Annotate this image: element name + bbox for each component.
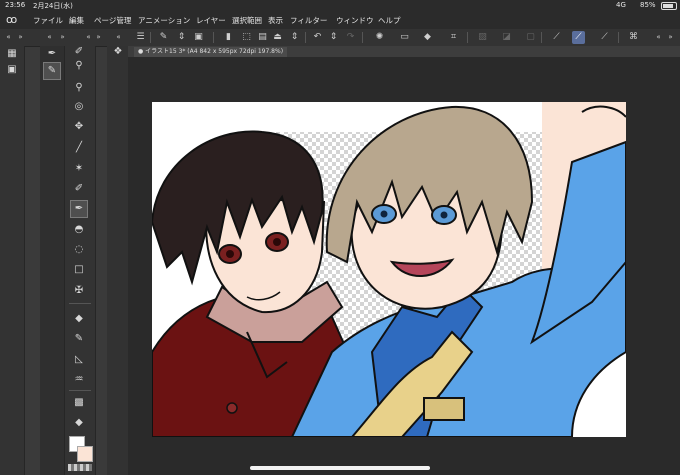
gallery-icon[interactable]: ▣: [192, 31, 205, 44]
zoom-tool[interactable]: ⚲: [71, 80, 87, 96]
illustration-canvas[interactable]: [152, 102, 626, 437]
jacket-button: [226, 402, 238, 414]
menu-help[interactable]: ヘルプ: [378, 15, 401, 26]
droplet-tool[interactable]: ♒: [71, 372, 87, 388]
pen-pressure-icon[interactable]: ⟋: [598, 31, 611, 44]
lasso-select-tool[interactable]: ◎: [71, 99, 87, 115]
magic-wand-tool[interactable]: ✶: [71, 161, 87, 177]
redo-icon[interactable]: ↷: [344, 31, 357, 44]
marker-tool[interactable]: ✐: [71, 181, 87, 197]
belt-buckle: [423, 397, 465, 421]
paint-bucket-tool[interactable]: ◆: [71, 311, 87, 327]
home-indicator: [250, 466, 430, 470]
marker-subtool-icon[interactable]: ✎: [43, 62, 61, 80]
invert-selection-icon[interactable]: ◪: [500, 31, 513, 44]
document-tab[interactable]: ● イラスト15 3* (A4 842 x 595px 72dpi 197.8%…: [134, 47, 288, 57]
app-logo-icon[interactable]: ꝏ: [6, 13, 17, 26]
deselect-icon[interactable]: ▨: [476, 31, 489, 44]
layer-panel-strip: ❖: [107, 46, 129, 475]
collapse-layer-icon[interactable]: «: [112, 31, 125, 44]
menu-layer[interactable]: レイヤー: [196, 15, 226, 26]
move-tool[interactable]: ✥: [71, 119, 87, 135]
loading-icon[interactable]: ✺: [373, 31, 386, 44]
layer-icon[interactable]: ❖: [110, 44, 126, 60]
menu-list-icon[interactable]: ☰: [134, 31, 147, 44]
pen-subtool-icon[interactable]: ✒: [44, 46, 60, 62]
line-tool[interactable]: ╱: [71, 140, 87, 156]
transparent-color-swatch[interactable]: [68, 464, 92, 471]
brush-size-icon[interactable]: ▦: [4, 46, 20, 62]
crop-icon[interactable]: ⌗: [447, 31, 460, 44]
status-date: 2月24日(水): [33, 2, 73, 10]
clear-icon[interactable]: ▭: [398, 31, 411, 44]
sort-icon[interactable]: ⇕: [288, 31, 301, 44]
save-icon[interactable]: ▮: [222, 31, 235, 44]
ruler-icon[interactable]: ⟋: [550, 31, 563, 44]
dropdown-icon[interactable]: ⇕: [175, 31, 188, 44]
pen-tool-2[interactable]: ✎: [71, 331, 87, 347]
color-wheel-icon[interactable]: ▣: [4, 62, 20, 78]
vector-tool[interactable]: ◺: [71, 352, 87, 368]
pen-tool[interactable]: ✒: [70, 200, 88, 218]
menu-edit[interactable]: 編集: [69, 15, 84, 26]
undo-icon[interactable]: ↶: [311, 31, 324, 44]
menu-page-management[interactable]: ページ管理: [94, 15, 131, 26]
menu-filter[interactable]: フィルター: [290, 15, 327, 26]
expand-subtool-icon[interactable]: »: [56, 31, 69, 44]
selection-border-icon[interactable]: ▢: [524, 31, 537, 44]
menu-animation[interactable]: アニメーション: [138, 15, 190, 26]
menu-bar: ꝏ ファイル 編集 ページ管理 アニメーション レイヤー 選択範囲 表示 フィル…: [0, 12, 680, 30]
command-bar: « » « » « » « ☰ ✎ ⇕ ▣ ▮ ⬚ ▤ ⏏ ⇕ ↶ ⇕ ↷ ✺ …: [0, 29, 680, 47]
blur-tool[interactable]: ◌: [71, 242, 87, 258]
settings-icon[interactable]: ⌘: [627, 31, 640, 44]
menu-window[interactable]: ウィンドウ: [336, 15, 374, 26]
export-icon[interactable]: ⬚: [240, 31, 253, 44]
history-icon[interactable]: ⇕: [327, 31, 340, 44]
document-tab-bar: ● イラスト15 3* (A4 842 x 595px 72dpi 197.8%…: [128, 46, 680, 57]
fill-tool[interactable]: ◓: [71, 222, 87, 238]
fill-icon[interactable]: ◆: [421, 31, 434, 44]
eraser-tool[interactable]: ◆: [71, 415, 87, 431]
subtool-panel: ✒ ✎: [40, 46, 65, 475]
eyedropper-tool[interactable]: ⚲: [71, 58, 87, 74]
menu-file[interactable]: ファイル: [33, 15, 63, 26]
network-indicator: 4G: [616, 1, 626, 9]
status-bar: 23:56 2月24日(水) 4G 85%: [0, 0, 680, 12]
expand-right-panel-icon[interactable]: »: [664, 31, 677, 44]
expand-right-icon[interactable]: »: [14, 31, 27, 44]
new-canvas-icon[interactable]: ✎: [157, 31, 170, 44]
menu-view[interactable]: 表示: [268, 15, 283, 26]
collapse-subtool-icon[interactable]: «: [43, 31, 56, 44]
transform-tool[interactable]: ✠: [71, 283, 87, 299]
stabilizer-icon[interactable]: ⟋: [572, 31, 585, 44]
left-panel-strip: ▦ ▣: [0, 46, 25, 475]
sub-color-swatch[interactable]: [77, 446, 93, 462]
menu-selection[interactable]: 選択範囲: [232, 15, 262, 26]
status-time: 23:56: [5, 1, 26, 9]
print-icon[interactable]: ⏏: [271, 31, 284, 44]
expand-tool-icon[interactable]: »: [92, 31, 105, 44]
battery-icon: [661, 2, 677, 10]
gradient-tool[interactable]: ▩: [71, 395, 87, 411]
tool-bar: ✐ ⚲ ⚲ ◎ ✥ ╱ ✶ ✐ ✒ ◓ ◌ □ ✠ ◆ ✎ ◺ ♒ ▩ ◆: [65, 46, 96, 475]
image-icon[interactable]: ▤: [256, 31, 269, 44]
rectangle-tool[interactable]: □: [71, 262, 87, 278]
battery-percent: 85%: [640, 1, 656, 9]
